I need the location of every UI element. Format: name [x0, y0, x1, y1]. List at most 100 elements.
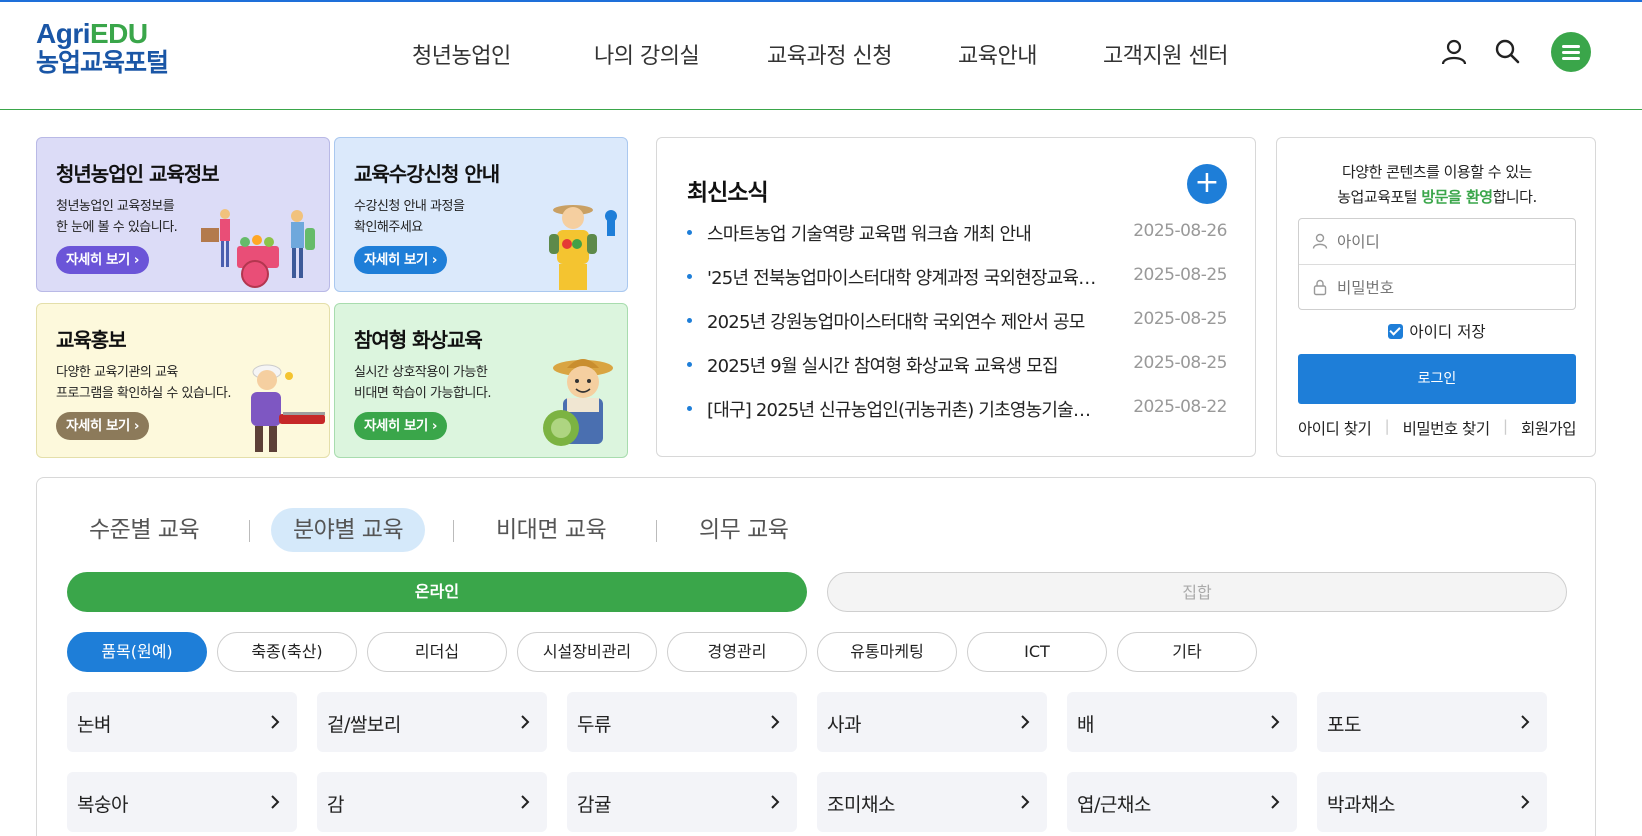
save-id-row[interactable]: 아이디 저장: [1277, 320, 1597, 342]
category-item[interactable]: 감귤: [567, 772, 797, 832]
find-password-link[interactable]: 비밀번호 찾기: [1403, 417, 1491, 439]
category-label: 복숭아: [77, 794, 128, 816]
user-icon[interactable]: [1440, 38, 1468, 66]
link-divider: |: [1502, 417, 1508, 435]
login-button[interactable]: 로그인: [1298, 354, 1576, 404]
menu-button[interactable]: [1551, 32, 1591, 72]
promo-card-video-edu[interactable]: 참여형 화상교육 실시간 상호작용이 가능한 비대면 학습이 가능합니다. 자세…: [334, 303, 628, 458]
chevron-right-icon: ›: [431, 252, 438, 268]
news-item-date: 2025-08-25: [1133, 309, 1227, 329]
promo-desc-line: 다양한 교육기관의 교육: [56, 365, 178, 380]
news-item[interactable]: 스마트농업 기술역량 교육맵 워크숍 개최 안내 2025-08-26: [687, 218, 1227, 248]
find-id-link[interactable]: 아이디 찾기: [1298, 417, 1372, 439]
category-item[interactable]: 배: [1067, 692, 1297, 752]
chip-leadership[interactable]: 리더십: [367, 632, 507, 672]
promo-more-button[interactable]: 자세히 보기 ›: [354, 412, 447, 440]
chip-facility[interactable]: 시설장비관리: [517, 632, 657, 672]
category-label: 배: [1077, 714, 1094, 736]
promo-more-button[interactable]: 자세히 보기 ›: [56, 246, 149, 274]
chevron-right-icon: [271, 795, 280, 809]
category-item[interactable]: 박과채소: [1317, 772, 1547, 832]
tab-divider: [453, 520, 454, 542]
category-item[interactable]: 겉/쌀보리: [317, 692, 547, 752]
signup-link[interactable]: 회원가입: [1521, 417, 1577, 439]
category-label: 사과: [827, 714, 861, 736]
category-item[interactable]: 포도: [1317, 692, 1547, 752]
nav-my-classroom[interactable]: 나의 강의실: [594, 38, 700, 70]
news-item-title: [대구] 2025년 신규농업인(귀농귀촌) 기초영농기술교육 안내: [707, 400, 1097, 421]
chevron-right-icon: [771, 795, 780, 809]
promo-desc: 청년농업인 교육정보를 한 눈에 볼 수 있습니다.: [56, 196, 178, 238]
news-item[interactable]: '25년 전북농업마이스터대학 양계과정 국외현장교육 제안서 공모 2025-…: [687, 262, 1227, 292]
nav-edu-guide[interactable]: 교육안내: [958, 38, 1037, 70]
tab-online-edu[interactable]: 비대면 교육: [474, 508, 628, 552]
category-item[interactable]: 감: [317, 772, 547, 832]
news-item-date: 2025-08-26: [1133, 221, 1227, 241]
promo-title: 청년농업인 교육정보: [56, 162, 220, 186]
tab-level-edu[interactable]: 수준별 교육: [67, 508, 221, 552]
bullet-icon: [687, 274, 692, 279]
category-item[interactable]: 조미채소: [817, 772, 1047, 832]
promo-desc-line: 수강신청 안내 과정을: [354, 199, 465, 214]
chevron-right-icon: ›: [431, 418, 438, 434]
chip-management[interactable]: 경영관리: [667, 632, 807, 672]
password-input[interactable]: [1337, 275, 1567, 301]
chevron-right-icon: [521, 795, 530, 809]
logo-korean-text: 농업교육포털: [36, 48, 169, 78]
chip-etc[interactable]: 기타: [1117, 632, 1257, 672]
promo-card-young-farmer[interactable]: 청년농업인 교육정보 청년농업인 교육정보를 한 눈에 볼 수 있습니다. 자세…: [36, 137, 330, 292]
news-item-date: 2025-08-22: [1133, 397, 1227, 417]
category-item[interactable]: 사과: [817, 692, 1047, 752]
news-panel: 최신소식 + 스마트농업 기술역량 교육맵 워크숍 개최 안내 2025-08-…: [656, 137, 1256, 457]
news-more-plus-button[interactable]: +: [1187, 164, 1227, 204]
login-fields: [1298, 218, 1576, 310]
category-label: 논벼: [77, 714, 111, 736]
promo-desc: 다양한 교육기관의 교육 프로그램을 확인하실 수 있습니다.: [56, 362, 231, 404]
site-logo[interactable]: AgriEDU 농업교육포털: [36, 19, 169, 78]
bullet-icon: [687, 318, 692, 323]
chip-marketing[interactable]: 유통마케팅: [817, 632, 957, 672]
password-field: [1299, 265, 1575, 310]
news-item[interactable]: 2025년 강원농업마이스터대학 국외연수 제안서 공모 2025-08-25: [687, 306, 1227, 336]
promo-more-button[interactable]: 자세히 보기 ›: [56, 412, 149, 440]
id-input[interactable]: [1337, 229, 1567, 255]
mode-online-button[interactable]: 온라인: [67, 572, 807, 612]
save-id-label: 아이디 저장: [1409, 323, 1486, 341]
chevron-right-icon: ›: [133, 418, 140, 434]
chip-horticulture[interactable]: 품목(원예): [67, 632, 207, 672]
category-label: 엽/근채소: [1077, 794, 1151, 816]
chip-livestock[interactable]: 축종(축산): [217, 632, 357, 672]
news-item-title: 2025년 강원농업마이스터대학 국외연수 제안서 공모: [707, 312, 1085, 333]
promo-card-course-apply[interactable]: 교육수강신청 안내 수강신청 안내 과정을 확인해주세요 자세히 보기 ›: [334, 137, 628, 292]
category-item[interactable]: 복숭아: [67, 772, 297, 832]
news-item[interactable]: 2025년 9월 실시간 참여형 화상교육 교육생 모집 2025-08-25: [687, 350, 1227, 380]
news-item-title: '25년 전북농업마이스터대학 양계과정 국외현장교육 제안서 공모: [707, 268, 1097, 289]
bullet-icon: [687, 362, 692, 367]
nav-young-farmer[interactable]: 청년농업인: [412, 38, 511, 70]
login-panel: 다양한 콘텐츠를 이용할 수 있는 농업교육포털 방문을 환영합니다. 아이디 …: [1276, 137, 1596, 457]
category-label: 감귤: [577, 794, 611, 816]
category-item[interactable]: 엽/근채소: [1067, 772, 1297, 832]
promo-more-label: 자세히 보기: [66, 418, 130, 434]
promo-card-edu-promotion[interactable]: 교육홍보 다양한 교육기관의 교육 프로그램을 확인하실 수 있습니다. 자세히…: [36, 303, 330, 458]
tab-field-edu[interactable]: 분야별 교육: [271, 508, 426, 552]
save-id-checkbox[interactable]: [1388, 324, 1404, 339]
welcome-message: 다양한 콘텐츠를 이용할 수 있는 농업교육포털 방문을 환영합니다.: [1277, 160, 1597, 210]
promo-desc-line: 확인해주세요: [354, 220, 423, 235]
welcome-highlight: 방문을 환영: [1421, 188, 1493, 206]
nav-support-center[interactable]: 고객지원 센터: [1103, 38, 1228, 70]
news-item[interactable]: [대구] 2025년 신규농업인(귀농귀촌) 기초영농기술교육 안내 2025-…: [687, 394, 1227, 424]
promo-more-button[interactable]: 자세히 보기 ›: [354, 246, 447, 274]
promo-title: 교육홍보: [56, 328, 127, 352]
chip-ict[interactable]: ICT: [967, 632, 1107, 672]
site-header: AgriEDU 농업교육포털 청년농업인 나의 강의실 교육과정 신청 교육안내…: [0, 2, 1642, 110]
search-icon[interactable]: [1493, 38, 1521, 66]
nav-course-apply[interactable]: 교육과정 신청: [767, 38, 892, 70]
mode-offline-button[interactable]: 집합: [827, 572, 1567, 612]
category-item[interactable]: 논벼: [67, 692, 297, 752]
category-item[interactable]: 두류: [567, 692, 797, 752]
promo-desc-line: 실시간 상호작용이 가능한: [354, 365, 488, 380]
tab-mandatory-edu[interactable]: 의무 교육: [677, 508, 810, 552]
login-links: 아이디 찾기 | 비밀번호 찾기 | 회원가입: [1298, 417, 1577, 439]
bullet-icon: [687, 406, 692, 411]
